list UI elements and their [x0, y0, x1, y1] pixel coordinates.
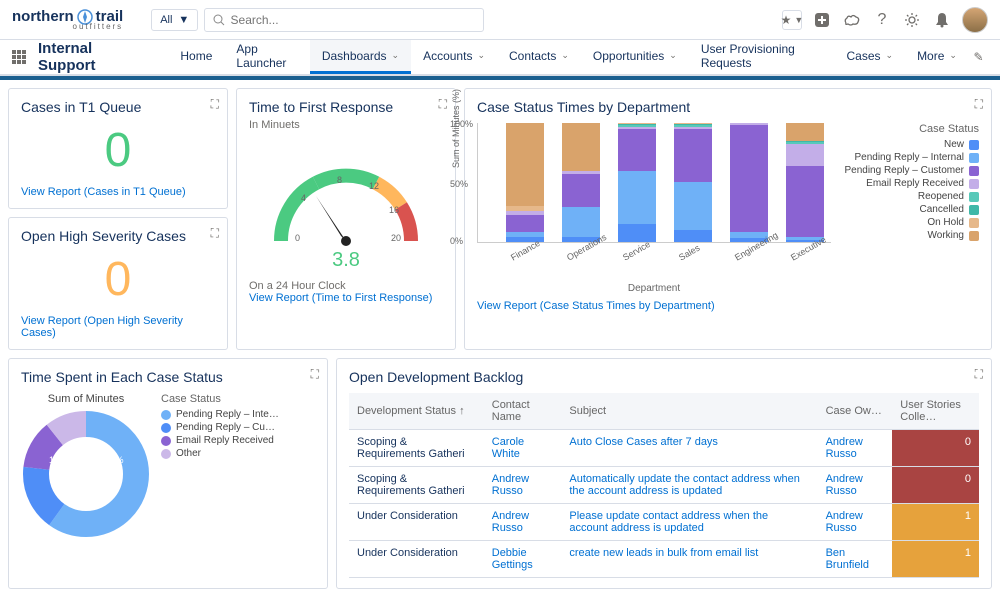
nav-tab-user-provisioning-requests[interactable]: User Provisioning Requests	[689, 40, 835, 74]
add-button[interactable]	[812, 10, 832, 30]
expand-icon[interactable]: ⛶	[975, 367, 983, 382]
card-donut: ⛶ Time Spent in Each Case Status Sum of …	[8, 358, 328, 589]
nav-tab-cases[interactable]: Cases⌄	[835, 40, 906, 74]
gauge-chart: 0 4 8 12 16 20	[249, 141, 443, 261]
expand-icon[interactable]: ⛶	[311, 367, 319, 382]
brand-logo: northerntrail outfitters	[12, 9, 123, 31]
expand-icon[interactable]: ⛶	[211, 226, 219, 241]
app-navbar: Internal Support HomeApp LauncherDashboa…	[0, 40, 1000, 76]
expand-icon[interactable]: ⛶	[211, 97, 219, 112]
card-subtitle: In Minuets	[249, 119, 443, 131]
col-header[interactable]: Case Ow…	[818, 393, 893, 430]
col-header[interactable]: Contact Name	[484, 393, 562, 430]
svg-text:4: 4	[301, 193, 306, 203]
table-row[interactable]: Scoping & Requirements GatheriCarole Whi…	[349, 430, 979, 467]
svg-text:12: 12	[369, 181, 379, 191]
nav-tab-home[interactable]: Home	[168, 40, 224, 74]
bar-service	[618, 123, 656, 242]
nav-tab-accounts[interactable]: Accounts⌄	[411, 40, 497, 74]
nav-tab-app-launcher[interactable]: App Launcher	[224, 40, 309, 74]
bar-executive	[786, 123, 824, 242]
svg-text:0: 0	[295, 233, 300, 243]
card-title: Open Development Backlog	[349, 369, 979, 385]
svg-text:16: 16	[389, 205, 399, 215]
card-high-severity: ⛶ Open High Severity Cases 0 View Report…	[8, 217, 228, 350]
col-header[interactable]: Development Status ↑	[349, 393, 484, 430]
search-input[interactable]	[231, 13, 476, 27]
chart-legend: Case Status NewPending Reply – InternalP…	[839, 123, 979, 294]
global-search[interactable]	[204, 8, 484, 32]
card-title: Case Status Times by Department	[477, 99, 979, 115]
view-report-link[interactable]: View Report (Open High Severity Cases)	[21, 315, 215, 339]
setup-icon[interactable]	[902, 10, 922, 30]
view-report-link[interactable]: View Report (Cases in T1 Queue)	[21, 186, 215, 198]
svg-text:10.28%: 10.28%	[49, 455, 80, 465]
svg-text:8: 8	[337, 175, 342, 185]
salesforce-icon[interactable]	[842, 10, 862, 30]
stacked-bar-chart: Sum of Minutes (%) 100% 50% 0%	[477, 123, 831, 243]
col-header[interactable]: User Stories Colle…	[892, 393, 979, 430]
nav-tab-contacts[interactable]: Contacts⌄	[497, 40, 581, 74]
expand-icon[interactable]: ⛶	[439, 97, 447, 112]
nav-tab-dashboards[interactable]: Dashboards⌄	[310, 40, 411, 74]
card-t1-queue: ⛶ Cases in T1 Queue 0 View Report (Cases…	[8, 88, 228, 209]
bar-operations	[562, 123, 600, 242]
card-title: Time Spent in Each Case Status	[21, 369, 315, 385]
global-header: northerntrail outfitters All▼ ★▼ ?	[0, 0, 1000, 40]
table-row[interactable]: Under ConsiderationAndrew RussoPlease up…	[349, 504, 979, 541]
card-title: Open High Severity Cases	[21, 228, 215, 244]
donut-chart: 10.28% 12.41%	[21, 409, 151, 539]
metric-value: 0	[21, 123, 215, 178]
search-icon	[213, 14, 224, 26]
edit-nav-icon[interactable]: ✎	[969, 47, 988, 67]
card-backlog: ⛶ Open Development Backlog Development S…	[336, 358, 992, 589]
card-title: Cases in T1 Queue	[21, 99, 215, 115]
bar-engineering	[730, 123, 768, 242]
view-report-link[interactable]: View Report (Case Status Times by Depart…	[477, 300, 979, 312]
help-icon[interactable]: ?	[872, 10, 892, 30]
bar-sales	[674, 123, 712, 242]
table-row[interactable]: Under ConsiderationDebbie Gettingscreate…	[349, 541, 979, 578]
card-dept-chart: ⛶ Case Status Times by Department Sum of…	[464, 88, 992, 350]
search-scope-select[interactable]: All▼	[151, 9, 198, 31]
svg-text:20: 20	[391, 233, 401, 243]
metric-value: 0	[21, 252, 215, 307]
donut-legend: Case Status Pending Reply – Inte…Pending…	[161, 393, 279, 539]
nav-tab-more[interactable]: More⌄	[905, 40, 969, 74]
backlog-table: Development Status ↑Contact NameSubjectC…	[349, 393, 979, 578]
col-header[interactable]: Subject	[561, 393, 817, 430]
gauge-note: On a 24 Hour Clock	[249, 280, 443, 292]
app-name: Internal Support	[38, 40, 148, 74]
app-launcher-icon[interactable]	[12, 50, 26, 64]
notifications-icon[interactable]	[932, 10, 952, 30]
expand-icon[interactable]: ⛶	[975, 97, 983, 112]
bar-finance	[506, 123, 544, 242]
view-report-link[interactable]: View Report (Time to First Response)	[249, 292, 443, 304]
favorites-button[interactable]: ★▼	[782, 10, 802, 30]
card-gauge: ⛶ Time to First Response In Minuets 0 4 …	[236, 88, 456, 350]
table-row[interactable]: Scoping & Requirements GatheriAndrew Rus…	[349, 467, 979, 504]
svg-text:12.41%: 12.41%	[93, 455, 124, 465]
nav-tab-opportunities[interactable]: Opportunities⌄	[581, 40, 689, 74]
card-title: Time to First Response	[249, 99, 443, 115]
user-avatar[interactable]	[962, 7, 988, 33]
